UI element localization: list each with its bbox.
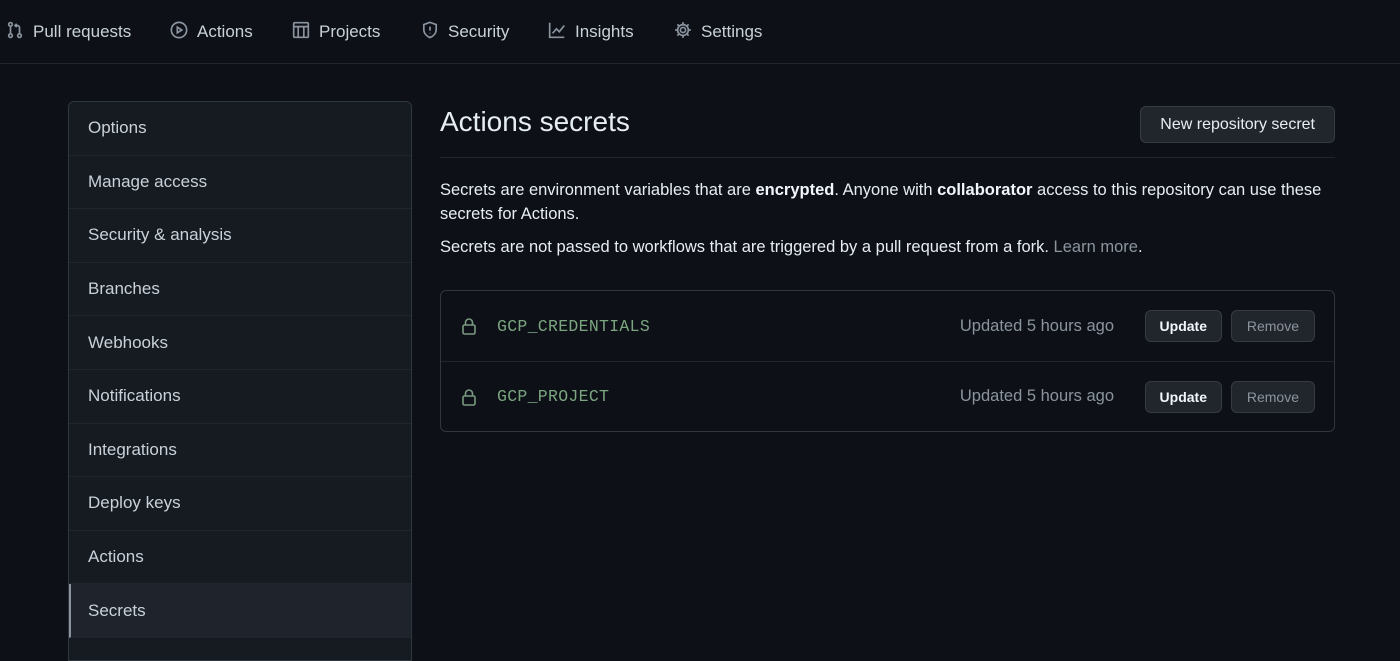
tab-label: Settings [701,22,763,41]
remove-secret-button[interactable]: Remove [1230,310,1315,342]
sidebar-item-webhooks[interactable]: Webhooks [69,316,411,370]
sidebar-item-deploy-keys[interactable]: Deploy keys [69,477,411,531]
secrets-description: Secrets are environment variables that a… [440,178,1335,226]
gear-icon [674,21,692,44]
play-icon [170,21,188,44]
graph-icon [548,21,566,44]
update-secret-button[interactable]: Update [1144,380,1222,413]
page-title: Actions secrets [440,106,630,137]
description-text: . Anyone with [834,181,938,199]
sidebar-item-security-analysis[interactable]: Security & analysis [69,209,411,263]
git-pull-request-icon [6,21,24,44]
sidebar-item-actions[interactable]: Actions [69,531,411,585]
tab-settings[interactable]: Settings [674,0,762,64]
secrets-list: GCP_CREDENTIALS Updated 5 hours ago Upda… [440,290,1335,432]
secret-name: GCP_CREDENTIALS [497,316,651,336]
shield-icon [421,20,439,44]
tab-label: Actions [197,22,253,41]
tab-security[interactable]: Security [421,0,509,64]
tab-label: Projects [319,22,381,41]
lock-icon [461,388,477,406]
sidebar-item-notifications[interactable]: Notifications [69,370,411,424]
new-repository-secret-button[interactable]: New repository secret [1140,106,1335,143]
secrets-main: Actions secrets New repository secret Se… [440,101,1335,432]
repo-nav: Pull requests Actions Projects Security … [0,0,1400,64]
tab-label: Insights [575,22,634,41]
sidebar-item-integrations[interactable]: Integrations [69,424,411,478]
secret-updated-time: Updated 5 hours ago [959,387,1114,405]
settings-sidebar: Options Manage access Security & analysi… [68,101,412,661]
secret-name: GCP_PROJECT [497,387,610,406]
tab-pull-requests[interactable]: Pull requests [6,0,131,64]
sidebar-item-branches[interactable]: Branches [69,263,411,317]
tab-insights[interactable]: Insights [548,0,634,64]
remove-secret-button[interactable]: Remove [1230,380,1315,413]
sidebar-item-secrets[interactable]: Secrets [69,584,411,638]
sidebar-item-manage-access[interactable]: Manage access [69,156,411,210]
fork-notice: Secrets are not passed to workflows that… [440,238,1335,257]
description-emphasis-collaborator: collaborator [937,181,1033,199]
tab-projects[interactable]: Projects [292,0,380,64]
secret-updated-time: Updated 5 hours ago [959,316,1114,335]
lock-icon [461,317,477,335]
tab-label: Pull requests [33,22,132,41]
secret-row: GCP_CREDENTIALS Updated 5 hours ago Upda… [441,291,1334,361]
description-emphasis-encrypted: encrypted [755,181,835,199]
tab-label: Security [448,22,510,41]
description-text: Secrets are environment variables that a… [440,181,756,199]
project-icon [292,21,310,44]
secret-row: GCP_PROJECT Updated 5 hours ago Update R… [441,361,1334,431]
fork-notice-end: . [1137,238,1143,256]
page-header: Actions secrets New repository secret [440,101,1335,158]
sidebar-item-options[interactable]: Options [69,102,411,156]
fork-notice-text: Secrets are not passed to workflows that… [440,238,1054,256]
tab-actions[interactable]: Actions [170,0,253,64]
learn-more-link[interactable]: Learn more [1054,238,1138,256]
update-secret-button[interactable]: Update [1144,310,1222,342]
